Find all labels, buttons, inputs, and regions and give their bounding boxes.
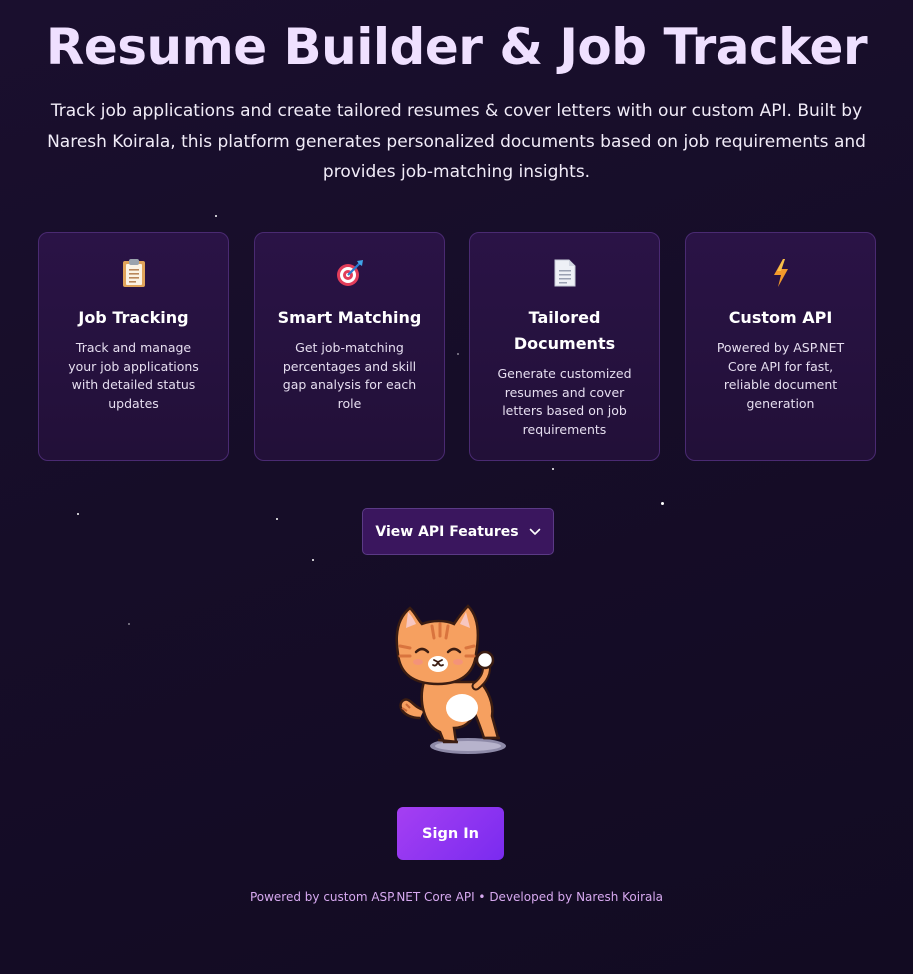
feature-title: Smart Matching <box>277 308 422 327</box>
page-subtitle: Track job applications and create tailor… <box>47 101 866 182</box>
star <box>215 215 217 217</box>
sign-in-button[interactable]: Sign In <box>397 807 504 860</box>
feature-description: Track and manage your job applications w… <box>68 340 199 411</box>
star <box>661 502 664 505</box>
feature-title: Job Tracking <box>78 308 189 327</box>
page-title: Resume Builder & Job Tracker <box>45 18 868 76</box>
feature-cards: Job Tracking Track and manage your job a… <box>38 232 878 463</box>
feature-description: Get job-matching percentages and skill g… <box>282 340 417 411</box>
view-api-features-label: View API Features <box>375 523 519 540</box>
feature-description: Powered by ASP.NET Core API for fast, re… <box>716 340 845 411</box>
feature-card-tailored-documents: Tailored Documents Generate customized r… <box>469 232 660 461</box>
clipboard-icon <box>39 257 228 289</box>
star <box>77 513 79 515</box>
feature-card-smart-matching: Smart Matching Get job-matching percenta… <box>254 232 445 461</box>
star <box>312 559 314 561</box>
feature-title: Custom API <box>728 308 833 327</box>
star <box>276 518 278 520</box>
star <box>552 468 554 470</box>
view-api-features-button[interactable]: View API Features <box>362 508 554 555</box>
feature-description: Generate customized resumes and cover le… <box>497 366 632 437</box>
target-icon <box>255 257 444 289</box>
lightning-icon <box>686 257 875 289</box>
document-icon <box>470 257 659 289</box>
star <box>128 623 130 625</box>
chevron-down-icon <box>529 528 540 535</box>
feature-title: Tailored Documents <box>513 308 616 353</box>
waving-cat-illustration <box>395 604 506 754</box>
footer-credits: Powered by custom ASP.NET Core API • Dev… <box>249 890 664 904</box>
feature-card-custom-api: Custom API Powered by ASP.NET Core API f… <box>685 232 876 461</box>
feature-card-job-tracking: Job Tracking Track and manage your job a… <box>38 232 229 461</box>
